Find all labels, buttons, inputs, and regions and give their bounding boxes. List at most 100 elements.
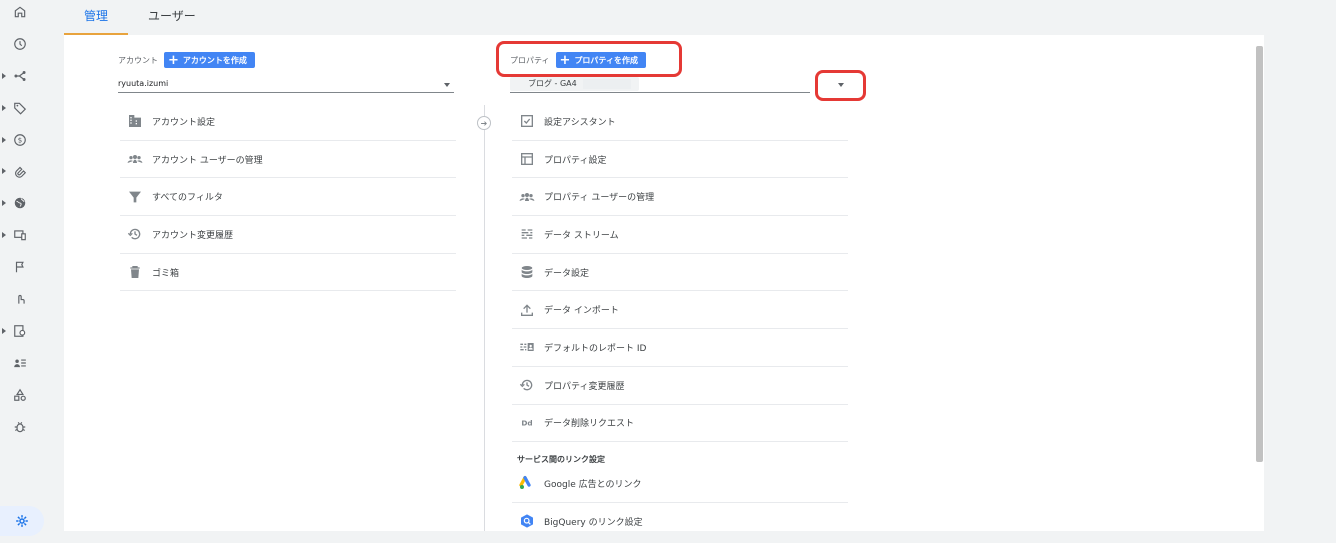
demographics-nav[interactable] — [0, 188, 40, 218]
events-nav[interactable] — [0, 252, 40, 282]
bigquery-icon — [518, 512, 536, 530]
people-icon — [518, 188, 536, 206]
expand-caret-icon — [2, 168, 6, 174]
account-selected-value: ryuuta.izumi — [118, 79, 169, 88]
expand-caret-icon — [2, 105, 6, 111]
admin-panel: アカウント + アカウントを作成 ryuuta.izumi アカウント設定 アカ… — [64, 35, 1264, 531]
dollar-icon: $ — [14, 134, 26, 146]
upload-icon — [518, 301, 536, 319]
lifecycle-nav[interactable] — [0, 61, 40, 91]
property-menu-item-data-import[interactable]: データ インポート — [512, 291, 848, 330]
expand-caret-icon — [2, 73, 6, 79]
retention-nav[interactable] — [0, 156, 40, 186]
report-id-icon — [518, 338, 536, 356]
create-account-button[interactable]: + アカウントを作成 — [164, 52, 255, 68]
tab-user[interactable]: ユーザー — [128, 0, 216, 35]
vertical-scrollbar[interactable] — [1256, 46, 1263, 462]
explore-icon — [14, 325, 26, 337]
expand-caret-icon — [2, 232, 6, 238]
property-menu-label: データ削除リクエスト — [544, 419, 635, 430]
account-menu-item-filters[interactable]: すべてのフィルタ — [120, 178, 456, 217]
property-menu-label: データ インポート — [544, 306, 619, 317]
conversions-nav[interactable] — [0, 284, 40, 314]
account-menu-item-trash[interactable]: ゴミ箱 — [120, 254, 456, 292]
audience-list-icon — [14, 359, 26, 368]
property-selected-value: ブログ - GA4 — [528, 79, 577, 88]
home-nav[interactable] — [0, 0, 40, 27]
touch-icon — [18, 294, 25, 304]
explore-nav[interactable] — [0, 316, 40, 346]
product-link-label: BigQuery のリンク設定 — [544, 517, 643, 528]
expand-caret-icon — [2, 137, 6, 143]
debugview-nav[interactable] — [0, 412, 40, 442]
account-menu-item-history[interactable]: アカウント変更履歴 — [120, 216, 456, 254]
expand-caret-icon — [2, 200, 6, 206]
property-menu-item-history[interactable]: プロパティ変更履歴 — [512, 367, 848, 405]
monetization-nav[interactable]: $ — [0, 125, 40, 155]
account-menu-label: ゴミ箱 — [152, 268, 180, 279]
filter-icon — [126, 188, 144, 206]
svg-text:Dd: Dd — [521, 419, 532, 428]
configure-nav[interactable] — [0, 380, 40, 410]
home-icon — [14, 6, 26, 18]
create-account-label: アカウントを作成 — [182, 55, 247, 65]
property-menu-label: デフォルトのレポート ID — [544, 343, 647, 354]
property-menu-label: プロパティ変更履歴 — [544, 381, 625, 392]
trash-icon — [126, 263, 144, 281]
tab-admin[interactable]: 管理 — [64, 0, 129, 35]
property-menu-item-data-deletion[interactable]: Dd データ削除リクエスト — [512, 405, 848, 443]
account-menu-item-users[interactable]: アカウント ユーザーの管理 — [120, 141, 456, 179]
account-menu: アカウント設定 アカウント ユーザーの管理 すべてのフィルタ アカウント変更履歴… — [120, 103, 456, 292]
left-nav-rail: $ — [0, 0, 44, 543]
account-column-header: アカウント + アカウントを作成 — [118, 52, 255, 68]
globe-icon — [14, 197, 26, 209]
account-menu-item-settings[interactable]: アカウント設定 — [120, 103, 456, 141]
window-icon — [518, 150, 536, 168]
product-link-google-ads[interactable]: Google 広告とのリンク — [512, 465, 848, 503]
property-menu-label: プロパティ ユーザーの管理 — [544, 193, 655, 204]
account-menu-label: アカウント変更履歴 — [152, 230, 234, 241]
property-menu-label: データ設定 — [544, 268, 590, 279]
product-link-label: Google 広告とのリンク — [544, 479, 642, 490]
flag-icon — [15, 261, 24, 273]
column-divider — [484, 105, 485, 531]
property-menu-item-reporting-id[interactable]: デフォルトのレポート ID — [512, 329, 848, 367]
property-menu-item-data-streams[interactable]: データ ストリーム — [512, 216, 848, 254]
account-menu-label: アカウント設定 — [152, 117, 216, 128]
property-menu-item-data-settings[interactable]: データ設定 — [512, 254, 848, 292]
property-menu-item-settings[interactable]: プロパティ設定 — [512, 141, 848, 179]
property-selector[interactable]: ブログ - GA4 — [510, 75, 810, 93]
property-menu-item-setup-assistant[interactable]: 設定アシスタント — [512, 103, 848, 141]
audiences-nav[interactable] — [0, 348, 40, 378]
product-links-menu: Google 広告とのリンク BigQuery のリンク設定 — [512, 465, 848, 531]
product-link-bigquery[interactable]: BigQuery のリンク設定 — [512, 503, 848, 531]
property-menu-label: データ ストリーム — [544, 230, 619, 241]
chevron-down-icon[interactable] — [838, 83, 844, 87]
redacted-block — [582, 78, 631, 89]
property-menu-item-users[interactable]: プロパティ ユーザーの管理 — [512, 178, 848, 217]
google-ads-icon — [518, 474, 536, 492]
account-menu-label: アカウント ユーザーの管理 — [152, 155, 263, 166]
plus-icon: + — [168, 52, 179, 68]
property-menu: 設定アシスタント プロパティ設定 プロパティ ユーザーの管理 データ ストリーム… — [512, 103, 848, 443]
svg-text:$: $ — [18, 137, 22, 145]
account-header-label: アカウント — [118, 55, 158, 65]
people-icon — [126, 150, 144, 168]
realtime-nav[interactable] — [0, 29, 40, 59]
tech-nav[interactable] — [0, 220, 40, 250]
flow-icon — [14, 71, 26, 81]
admin-tabs: 管理 ユーザー — [64, 0, 216, 35]
dd-icon: Dd — [518, 414, 536, 432]
account-selector[interactable]: ryuuta.izumi — [118, 75, 454, 93]
building-icon — [126, 112, 144, 130]
gear-icon — [16, 515, 28, 527]
admin-settings-nav[interactable] — [0, 506, 44, 536]
product-links-section-title: サービス間のリンク設定 — [517, 455, 605, 464]
property-selected-chip: ブログ - GA4 — [510, 77, 639, 91]
streams-icon — [518, 225, 536, 243]
acquisition-nav[interactable] — [0, 93, 40, 123]
history-icon — [126, 225, 144, 243]
property-menu-label: プロパティ設定 — [544, 155, 607, 166]
highlight-create-property — [496, 41, 682, 77]
account-menu-label: すべてのフィルタ — [152, 193, 223, 204]
